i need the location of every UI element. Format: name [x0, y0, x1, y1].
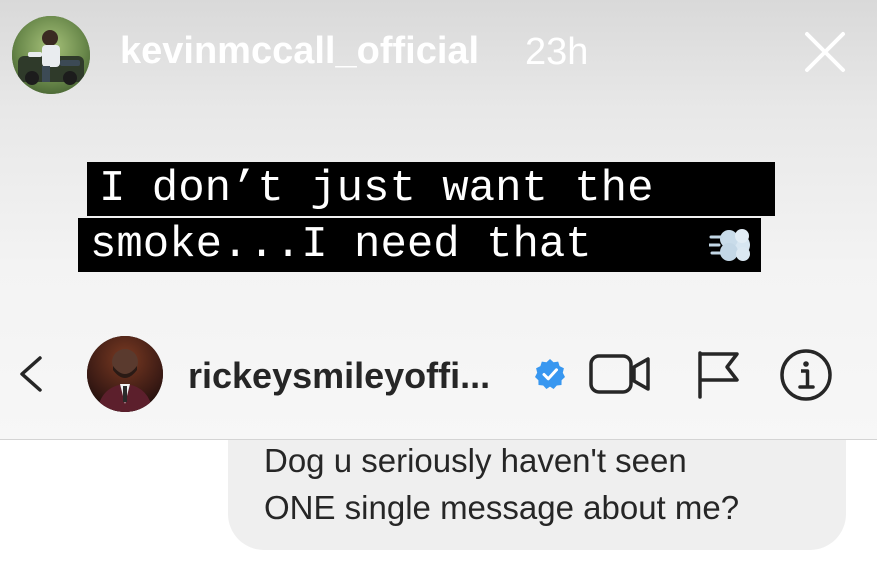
instagram-screen: kevinmccall_official 23h I don’t just wa… [0, 0, 877, 583]
close-icon[interactable] [795, 22, 855, 82]
story-caption-line-1: I don’t just want the [87, 162, 775, 216]
story-timestamp: 23h [525, 31, 589, 73]
flag-icon[interactable] [693, 347, 743, 401]
caption-text-1: I don’t just want the [99, 164, 654, 214]
story-username[interactable]: kevinmccall_official [120, 30, 479, 73]
story-avatar-image [12, 16, 90, 94]
verified-badge-icon [533, 357, 567, 391]
message-bubble[interactable]: Dog u seriously haven't seen ONE single … [228, 440, 846, 550]
story-caption-line-2: smoke...I need that [78, 218, 761, 272]
back-icon[interactable] [8, 349, 58, 399]
message-line-1: Dog u seriously haven't seen [264, 442, 687, 479]
caption-text-2: smoke...I need that [90, 220, 592, 270]
message-line-2: ONE single message about me? [264, 489, 740, 526]
story-view[interactable]: kevinmccall_official 23h I don’t just wa… [0, 0, 877, 440]
message-thread[interactable]: Dog u seriously haven't seen ONE single … [0, 440, 877, 583]
chat-username[interactable]: rickeysmileyoffi... [188, 355, 490, 397]
info-icon[interactable] [778, 347, 834, 403]
chat-avatar-image [87, 336, 163, 412]
story-avatar[interactable] [12, 16, 90, 94]
chat-avatar[interactable] [87, 336, 163, 412]
video-call-icon[interactable] [588, 353, 654, 395]
chat-header: rickeysmileyoffi... [0, 325, 877, 440]
dashing-away-emoji-icon [707, 223, 753, 267]
